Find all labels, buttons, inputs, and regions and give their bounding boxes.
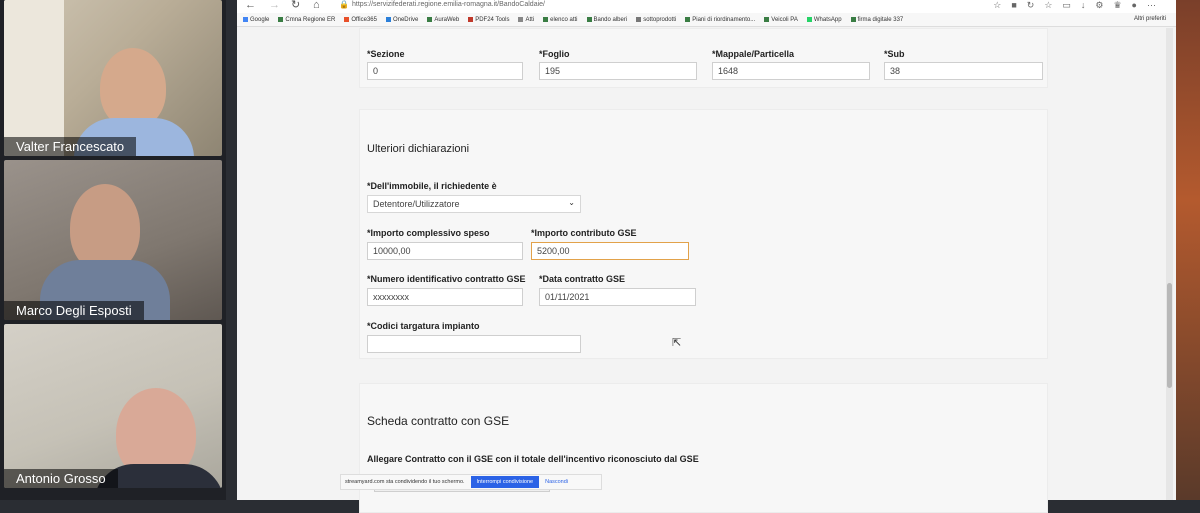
screen-share-notification: streamyard.com sta condividendo il tuo s…: [340, 474, 602, 490]
bookmark-item[interactable]: Office365: [344, 17, 377, 23]
sub-field[interactable]: 38: [884, 62, 1043, 80]
bookmark-item[interactable]: sottoprodotti: [636, 17, 676, 23]
other-bookmarks[interactable]: Altri preferiti: [1134, 16, 1166, 22]
immobile-select-value: Detentore/Utilizzatore: [373, 199, 460, 209]
bookmark-item[interactable]: Cmna Regione ER: [278, 17, 335, 23]
browser-window: ← → ↻ ⌂ 🔒 https://servizifederati.region…: [237, 0, 1176, 513]
sezione-label: *Sezione: [367, 49, 405, 59]
share-message: streamyard.com sta condividendo il tuo s…: [345, 479, 465, 485]
video-call-panel: Valter Francescato Marco Degli Esposti A…: [0, 0, 226, 500]
bookmark-item[interactable]: elenco atti: [543, 17, 578, 23]
sezione-field[interactable]: 0: [367, 62, 523, 80]
ulteriori-dichiarazioni-section: Ulteriori dichiarazioni *Dell'immobile, …: [359, 109, 1048, 359]
scrollbar-thumb[interactable]: [1167, 283, 1172, 388]
data-contratto-field[interactable]: 01/11/2021: [539, 288, 696, 306]
desktop-background-strip: [1176, 0, 1200, 500]
bookmark-item[interactable]: AuraWeb: [427, 17, 459, 23]
address-row: ← → ↻ ⌂ 🔒 https://servizifederati.region…: [237, 0, 1176, 13]
contributo-field[interactable]: 5200,00: [531, 242, 689, 260]
section-title: Scheda contratto con GSE: [367, 414, 510, 428]
bookmark-item[interactable]: Veicoli PA: [764, 17, 798, 23]
background-shelf: [4, 0, 64, 156]
bookmark-item[interactable]: Atti: [518, 17, 534, 23]
page-content: *Sezione 0 *Foglio 195 *Mappale/Particel…: [237, 28, 1166, 513]
section-title: Ulteriori dichiarazioni: [367, 143, 470, 155]
participant-name-label: Marco Degli Esposti: [4, 301, 144, 320]
bookmark-item[interactable]: Google: [243, 17, 269, 23]
home-icon[interactable]: ⌂: [313, 0, 320, 11]
bookmark-item[interactable]: firma digitale 337: [850, 17, 903, 23]
forward-icon[interactable]: →: [269, 0, 280, 11]
page-scrollbar[interactable]: [1166, 28, 1173, 500]
bookmarks-bar: Google Cmna Regione ER Office365 OneDriv…: [237, 13, 1176, 27]
importo-label: *Importo complessivo speso: [367, 228, 490, 238]
immobile-label: *Dell'immobile, il richiedente è: [367, 181, 497, 191]
address-bar[interactable]: https://servizifederati.regione.emilia-r…: [352, 0, 545, 10]
hide-button[interactable]: Nascondi: [545, 479, 568, 485]
stop-sharing-button[interactable]: Interrompi condivisione: [470, 476, 540, 488]
codici-targatura-label: *Codici targatura impianto: [367, 321, 480, 331]
toolbar-icons[interactable]: ☆■↻☆▭↓⚙♛●⋯: [993, 0, 1166, 10]
bookmark-item[interactable]: PDF24 Tools: [468, 17, 509, 23]
mouse-cursor-icon: ⇱: [672, 337, 682, 349]
participant-face: [100, 48, 166, 128]
participant-video-2[interactable]: Marco Degli Esposti: [4, 160, 222, 320]
participant-name-label: Antonio Grosso: [4, 469, 118, 488]
immobile-select[interactable]: Detentore/Utilizzatore ⌄: [367, 195, 581, 213]
mappale-field[interactable]: 1648: [712, 62, 870, 80]
mappale-label: *Mappale/Particella: [712, 49, 795, 59]
participant-video-1[interactable]: Valter Francescato: [4, 0, 222, 156]
data-contratto-label: *Data contratto GSE: [539, 274, 626, 284]
participant-video-3[interactable]: Antonio Grosso: [4, 324, 222, 488]
reload-icon[interactable]: ↻: [291, 0, 300, 11]
back-icon[interactable]: ←: [245, 0, 256, 11]
lock-icon: 🔒: [339, 0, 349, 9]
participant-face: [70, 184, 140, 272]
chevron-down-icon: ⌄: [568, 198, 575, 207]
sub-label: *Sub: [884, 49, 905, 59]
bookmark-item[interactable]: Piani di riordinamento...: [685, 17, 755, 23]
bookmark-item[interactable]: Bando alberi: [586, 17, 627, 23]
foglio-label: *Foglio: [539, 49, 570, 59]
numero-contratto-field[interactable]: xxxxxxxx: [367, 288, 523, 306]
cadastral-section: *Sezione 0 *Foglio 195 *Mappale/Particel…: [359, 28, 1048, 88]
foglio-field[interactable]: 195: [539, 62, 697, 80]
bookmark-item[interactable]: WhatsApp: [806, 17, 842, 23]
allegare-label: Allegare Contratto con il GSE con il tot…: [367, 454, 699, 464]
bookmark-item[interactable]: OneDrive: [385, 17, 418, 23]
participant-name-label: Valter Francescato: [4, 137, 137, 156]
importo-field[interactable]: 10000,00: [367, 242, 523, 260]
contributo-label: *Importo contributo GSE: [531, 228, 637, 238]
codici-targatura-field[interactable]: [367, 335, 581, 353]
scheda-contratto-section: Scheda contratto con GSE Allegare Contra…: [359, 383, 1048, 513]
numero-contratto-label: *Numero identificativo contratto GSE: [367, 274, 526, 284]
